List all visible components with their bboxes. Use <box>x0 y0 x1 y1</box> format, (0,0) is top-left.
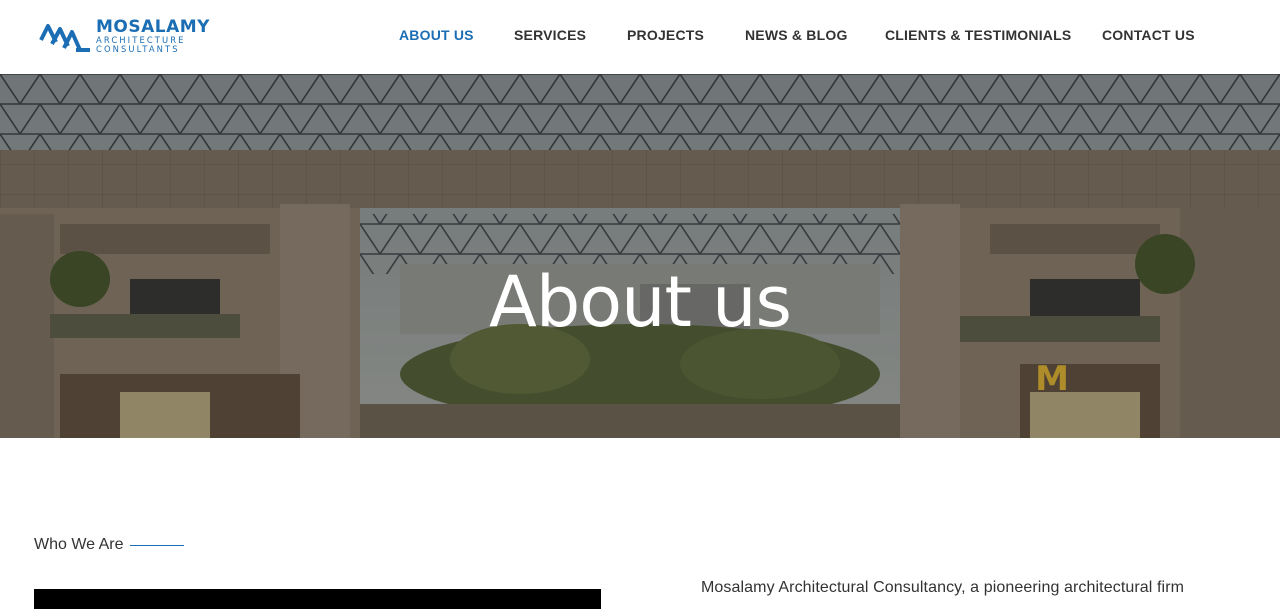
nav-contact-us[interactable]: CONTACT US <box>1102 27 1195 43</box>
nav-clients-testimonials[interactable]: CLIENTS & TESTIMONIALS <box>885 27 1071 43</box>
intro-paragraph: Mosalamy Architectural Consultancy, a pi… <box>701 579 1185 596</box>
section-eyebrow: Who We Are <box>34 536 184 554</box>
section-eyebrow-label: Who We Are <box>34 536 124 553</box>
intro-video-frame[interactable] <box>34 589 601 609</box>
hero-banner: M About us <box>0 74 1280 438</box>
main-nav: ABOUT US SERVICES PROJECTS NEWS & BLOG C… <box>0 0 1280 74</box>
nav-projects[interactable]: PROJECTS <box>627 27 704 43</box>
nav-about-us[interactable]: ABOUT US <box>399 27 474 43</box>
hero-background-image: M <box>0 74 1280 438</box>
nav-news-blog[interactable]: NEWS & BLOG <box>745 27 848 43</box>
page-title: About us <box>488 260 792 343</box>
nav-services[interactable]: SERVICES <box>514 27 586 43</box>
eyebrow-divider <box>129 544 184 546</box>
site-header: MOSALAMY ARCHITECTURE CONSULTANTS ABOUT … <box>0 0 1280 74</box>
